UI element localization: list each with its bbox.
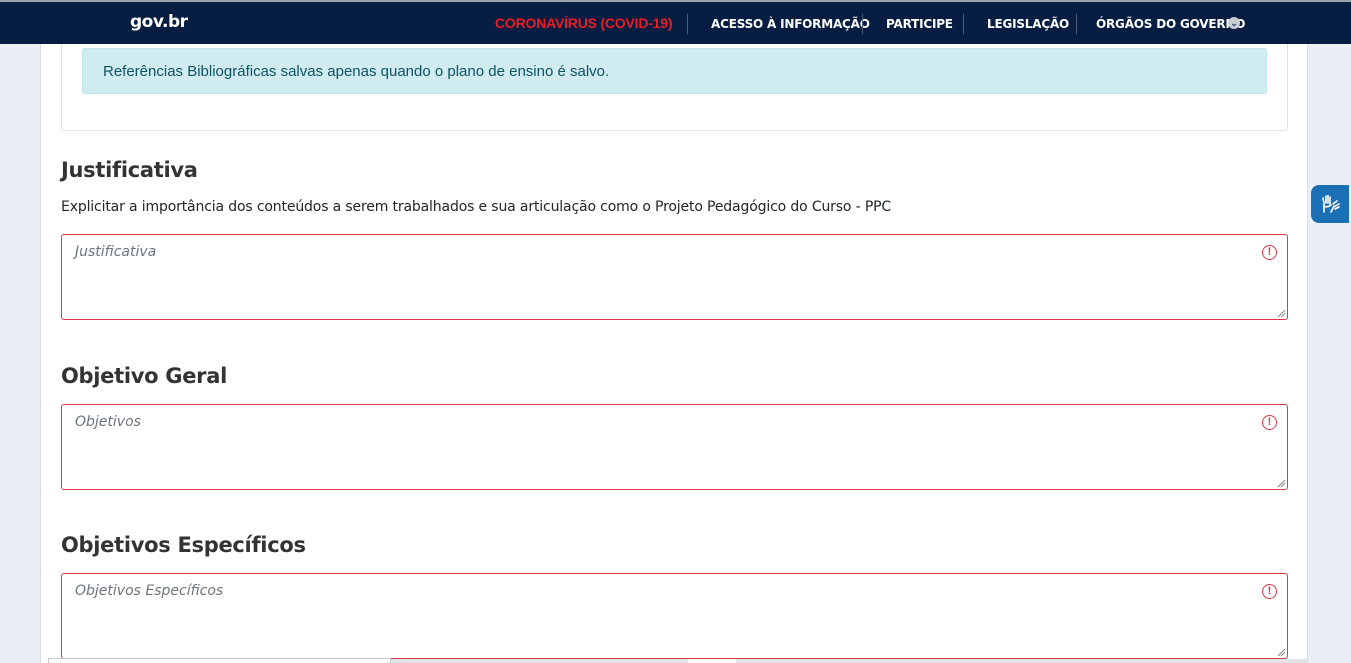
nav-divider — [963, 14, 964, 34]
horizontal-scrollbar-track — [391, 659, 688, 663]
covid-link[interactable]: CORONAVÍRUS (COVID-19) — [495, 15, 673, 31]
justificativa-placeholder: Justificativa — [75, 244, 157, 260]
govbr-logo[interactable]: gov.br — [130, 12, 188, 32]
nav-divider — [1076, 14, 1077, 34]
info-alert: Referências Bibliográficas salvas apenas… — [82, 48, 1267, 94]
resize-grip-icon[interactable] — [1277, 648, 1286, 657]
section-title-justificativa: Justificativa — [61, 158, 198, 182]
objetivo-geral-placeholder: Objetivos — [75, 414, 141, 430]
exclamation-circle-icon: ! — [1262, 245, 1277, 260]
objetivos-especificos-placeholder: Objetivos Específicos — [75, 583, 224, 599]
info-alert-text: Referências Bibliográficas salvas apenas… — [103, 63, 610, 80]
section-title-objetivo-geral: Objetivo Geral — [61, 364, 227, 388]
horizontal-scrollbar-thumb[interactable] — [48, 658, 391, 663]
horizontal-scrollbar-track — [736, 659, 1308, 663]
exclamation-circle-icon: ! — [1262, 415, 1277, 430]
resize-grip-icon[interactable] — [1277, 309, 1286, 318]
nav-acesso-informacao[interactable]: ACESSO À INFORMAÇÃO — [711, 17, 870, 31]
chevron-down-icon[interactable]: ⌄ — [1228, 17, 1240, 29]
govbr-top-bar: gov.br CORONAVÍRUS (COVID-19) ACESSO À I… — [0, 0, 1351, 44]
nav-orgaos-governo[interactable]: ÓRGÃOS DO GOVERNO — [1096, 17, 1245, 31]
nav-legislacao[interactable]: LEGISLAÇÃO — [987, 17, 1069, 31]
exclamation-circle-icon: ! — [1262, 584, 1277, 599]
nav-divider — [687, 14, 688, 34]
resize-grip-icon[interactable] — [1277, 479, 1286, 488]
nav-divider — [862, 14, 863, 34]
justificativa-help-text: Explicitar a importância dos conteúdos a… — [61, 199, 892, 215]
vlibras-hands-icon — [1322, 194, 1340, 213]
content-card — [40, 44, 1308, 663]
nav-participe[interactable]: PARTICIPE — [886, 17, 953, 31]
vlibras-button[interactable] — [1311, 185, 1349, 223]
justificativa-textarea[interactable]: Justificativa ! — [61, 234, 1288, 320]
objetivo-geral-textarea[interactable]: Objetivos ! — [61, 404, 1288, 490]
objetivos-especificos-textarea[interactable]: Objetivos Específicos ! — [61, 573, 1288, 659]
section-title-objetivos-especificos: Objetivos Específicos — [61, 533, 306, 557]
